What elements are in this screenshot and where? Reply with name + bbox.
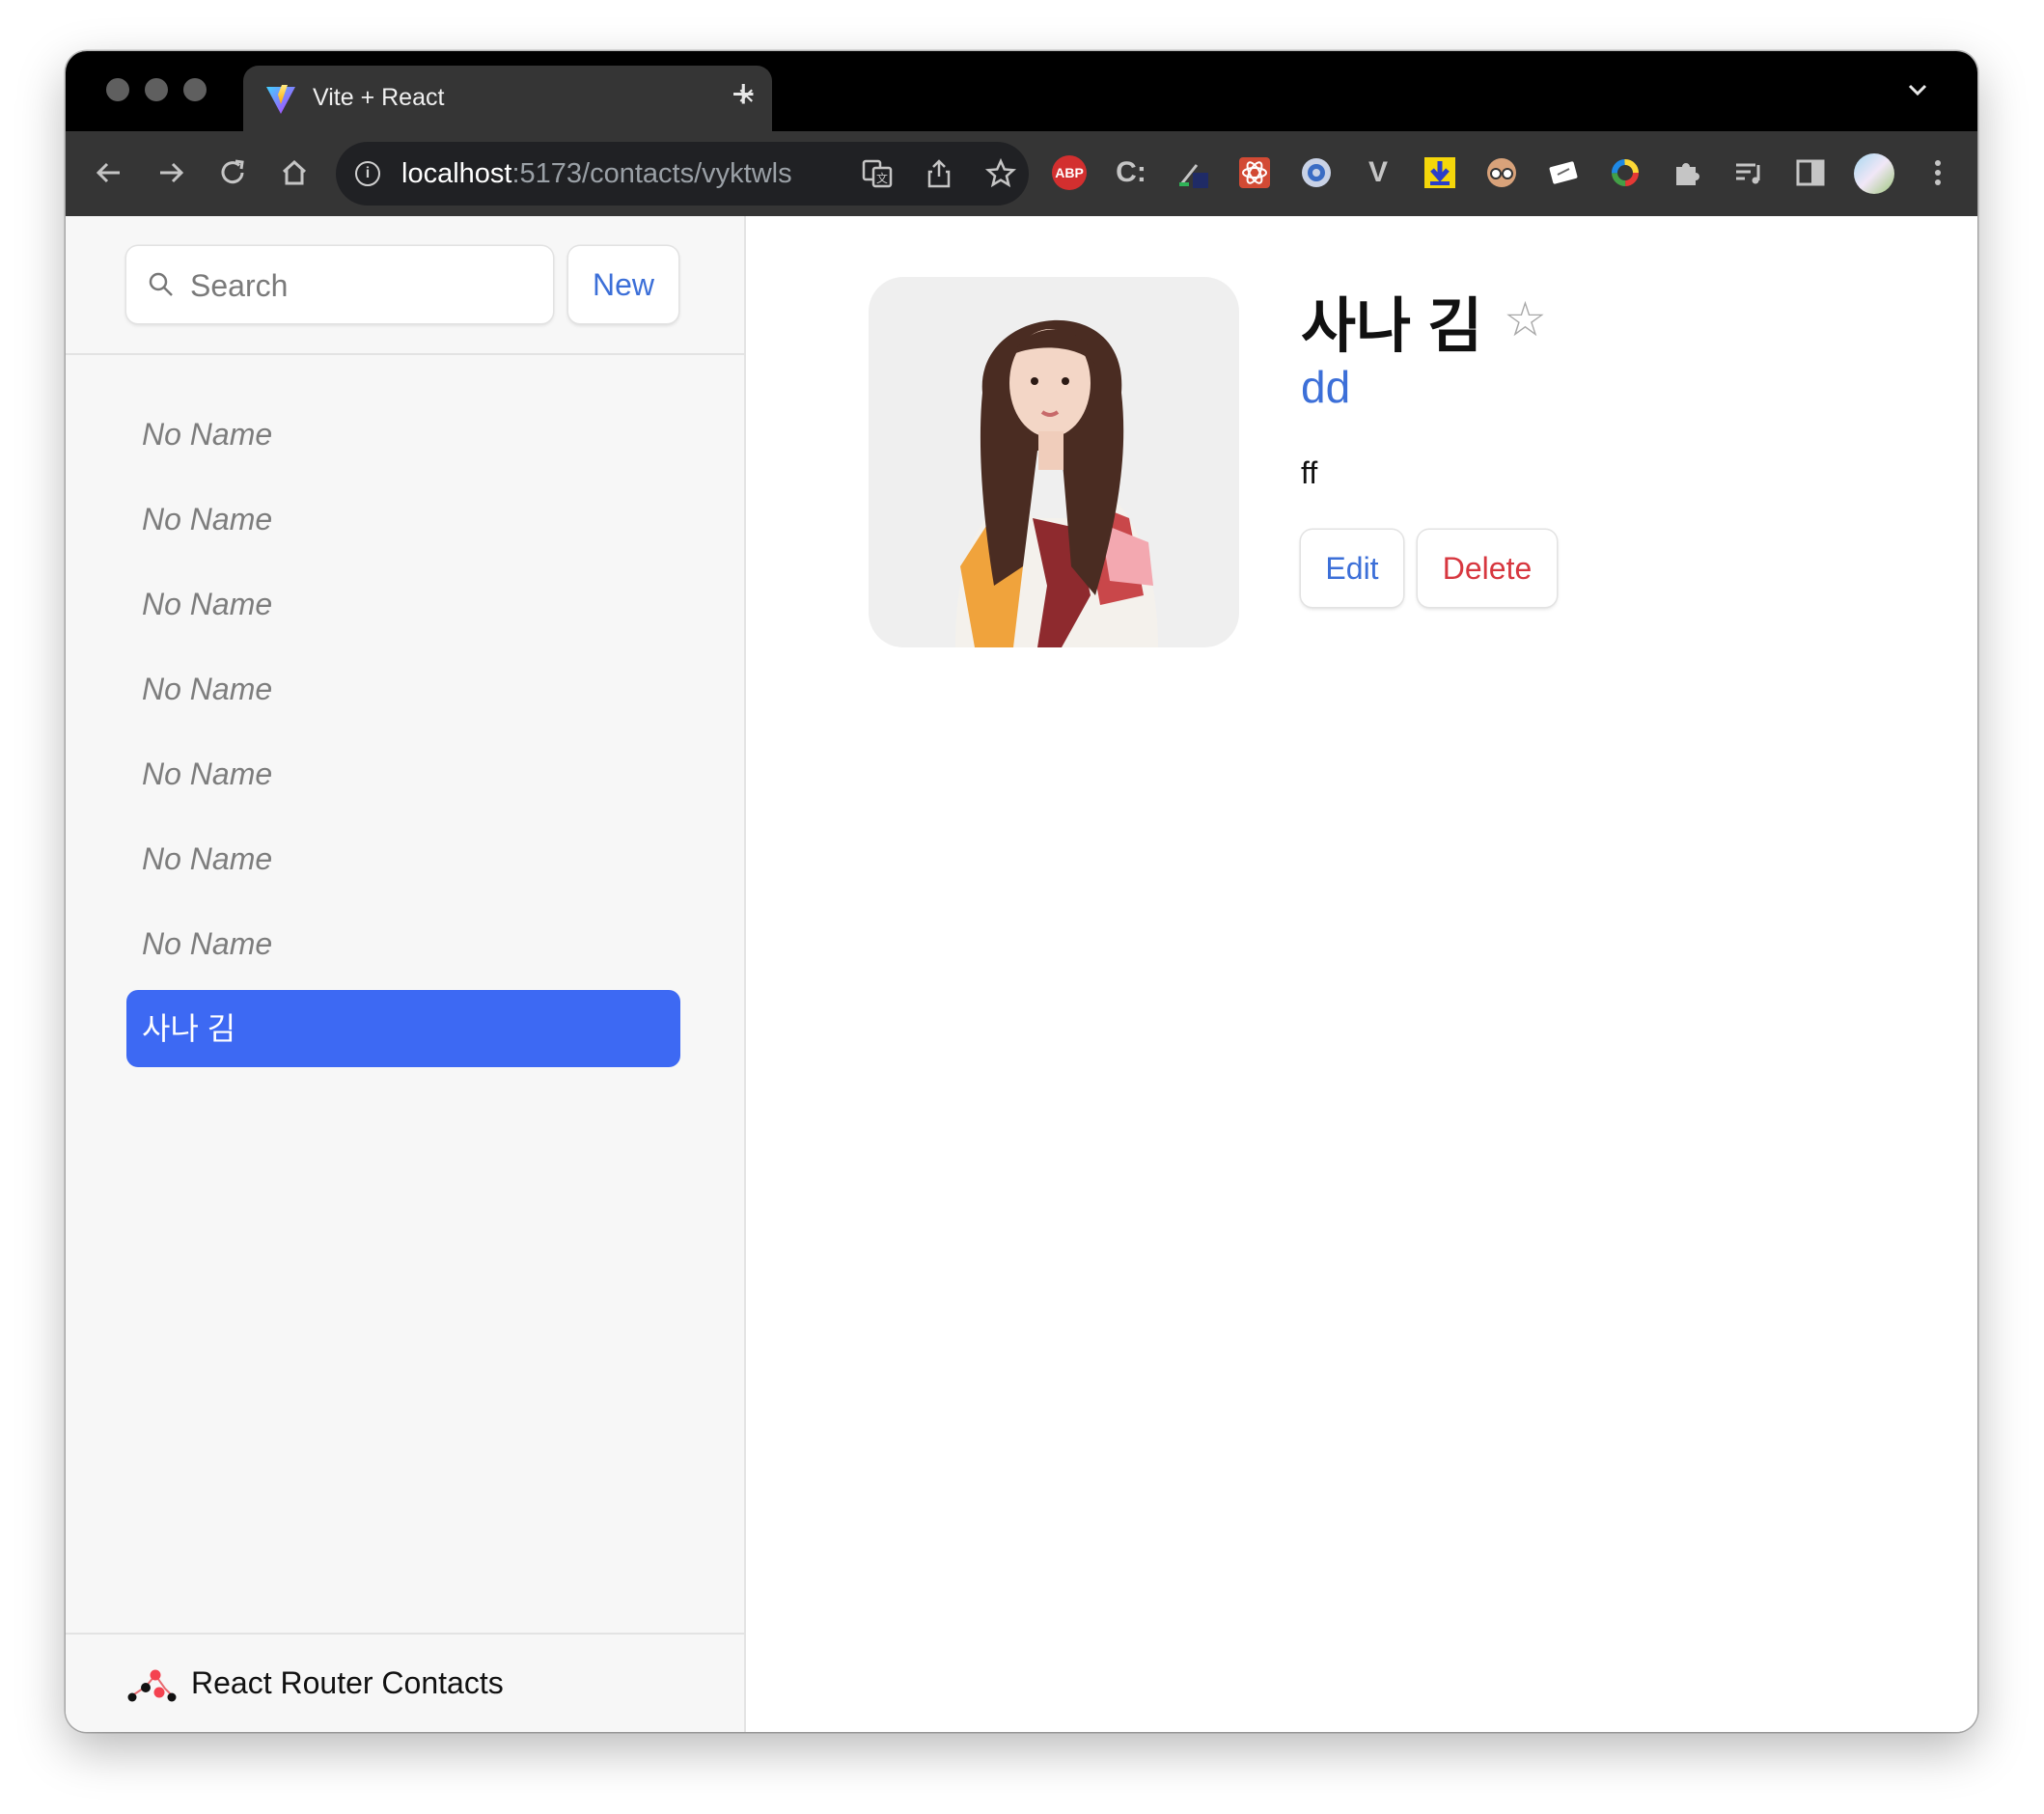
download-extension-icon[interactable]: [1423, 155, 1457, 190]
reload-icon[interactable]: [216, 156, 249, 189]
css-extension-icon[interactable]: C:: [1114, 155, 1148, 190]
color-wheel-extension-icon[interactable]: [1608, 155, 1643, 190]
page-content: New No Name No Name No Name No Name No N…: [66, 216, 1977, 1732]
sidebar: New No Name No Name No Name No Name No N…: [66, 216, 746, 1732]
search-input[interactable]: [188, 263, 539, 308]
minimize-window-button[interactable]: [145, 78, 168, 101]
sidebar-divider: [66, 353, 744, 355]
search-icon: [149, 272, 173, 296]
back-arrow-icon[interactable]: [93, 156, 125, 189]
browser-toolbar: i localhost:5173/contacts/vyktwls 文 ABP …: [66, 131, 1977, 216]
contact-list: No Name No Name No Name No Name No Name …: [126, 396, 680, 1075]
glasses-extension-icon[interactable]: [1484, 155, 1519, 190]
url-host: localhost: [401, 158, 512, 189]
round-extension-icon[interactable]: [1299, 155, 1334, 190]
contact-avatar: [869, 277, 1239, 647]
app-title: React Router Contacts: [191, 1665, 504, 1700]
bookmark-star-icon[interactable]: [984, 157, 1017, 190]
new-tab-button[interactable]: +: [732, 73, 756, 114]
contact-twitter-link[interactable]: dd: [1301, 361, 1350, 413]
close-window-button[interactable]: [106, 78, 129, 101]
favorite-star-icon[interactable]: ☆: [1504, 290, 1547, 348]
home-icon[interactable]: [278, 156, 311, 189]
forward-arrow-icon[interactable]: [154, 156, 187, 189]
share-icon[interactable]: [923, 157, 955, 190]
eyedropper-extension-icon[interactable]: [1175, 155, 1210, 190]
media-controls-icon[interactable]: [1731, 155, 1766, 190]
title-bar: Vite + React × +: [66, 51, 1977, 131]
browser-tab[interactable]: Vite + React ×: [243, 66, 772, 131]
vite-logo-icon: [266, 85, 295, 114]
contact-list-item[interactable]: No Name: [126, 396, 680, 473]
url-text[interactable]: localhost:5173/contacts/vyktwls: [401, 158, 792, 190]
tab-title: Vite + React: [313, 84, 445, 111]
delete-button[interactable]: Delete: [1418, 530, 1557, 607]
url-path: :5173/contacts/vyktwls: [511, 158, 792, 189]
tab-search-chevron-icon[interactable]: [1906, 78, 1929, 101]
contact-list-item[interactable]: No Name: [126, 820, 680, 897]
svg-text:文: 文: [876, 171, 888, 185]
site-info-icon[interactable]: i: [355, 161, 380, 186]
browser-window: Vite + React × + i localhost:5173/contac…: [66, 51, 1977, 1732]
react-devtools-extension-icon[interactable]: [1237, 155, 1272, 190]
card-extension-icon[interactable]: [1546, 155, 1581, 190]
zoom-window-button[interactable]: [183, 78, 207, 101]
contact-name: 사나 김: [1301, 293, 1483, 360]
new-contact-button[interactable]: New: [568, 246, 678, 323]
contact-notes: ff: [1301, 455, 1318, 490]
contact-list-item[interactable]: No Name: [126, 650, 680, 728]
translate-icon[interactable]: 文: [861, 157, 894, 190]
contact-list-item[interactable]: No Name: [126, 735, 680, 812]
profile-avatar[interactable]: [1853, 152, 1895, 195]
more-menu-icon[interactable]: [1920, 155, 1955, 190]
extensions-puzzle-icon[interactable]: [1670, 155, 1704, 190]
vue-devtools-extension-icon[interactable]: V: [1361, 155, 1395, 190]
contact-list-item[interactable]: No Name: [126, 905, 680, 982]
contact-list-item-active[interactable]: 사나 김: [126, 990, 680, 1067]
contact-photo: [869, 277, 1239, 647]
contact-list-item[interactable]: No Name: [126, 565, 680, 643]
footer-divider: [66, 1633, 744, 1635]
react-router-logo-icon: [127, 1669, 177, 1702]
adblock-plus-icon[interactable]: ABP: [1052, 155, 1087, 190]
edit-button[interactable]: Edit: [1301, 530, 1403, 607]
contact-detail: 사나 김 ☆ dd ff Edit Delete: [746, 216, 1977, 1732]
search-form[interactable]: [126, 246, 553, 323]
address-bar[interactable]: i localhost:5173/contacts/vyktwls 文: [336, 142, 1029, 206]
side-panel-icon[interactable]: [1793, 155, 1828, 190]
contact-list-item[interactable]: No Name: [126, 481, 680, 558]
